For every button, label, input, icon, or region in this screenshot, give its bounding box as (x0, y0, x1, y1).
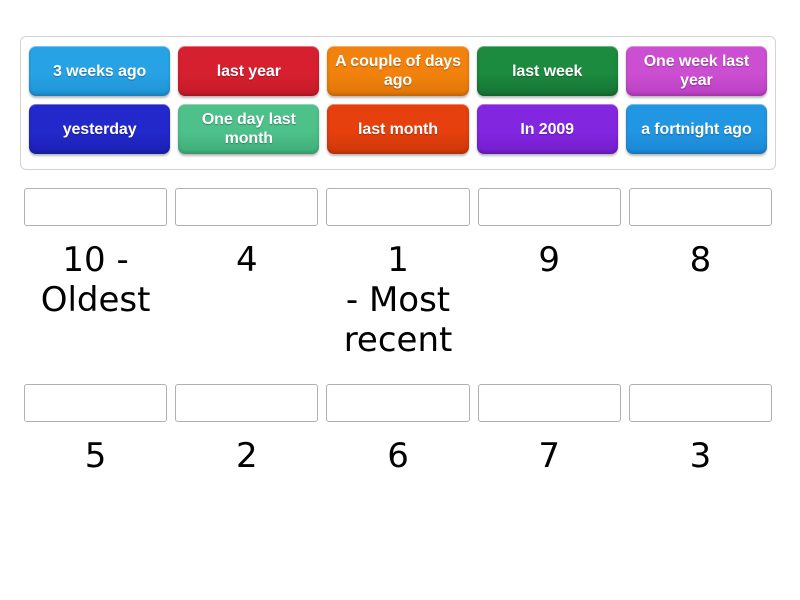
answer-slot: 3 (628, 384, 773, 476)
drop-zone[interactable] (477, 188, 621, 226)
word-tile[interactable]: last week (476, 46, 618, 96)
word-tile-label: last month (358, 120, 438, 138)
word-tile[interactable]: 3 weeks ago (29, 46, 171, 96)
drop-zone[interactable] (175, 188, 319, 226)
word-tile-label: last week (512, 62, 583, 80)
rank-label: 10 - Oldest (40, 240, 151, 320)
answer-slot: 6 (326, 384, 470, 476)
rank-label: 3 (689, 436, 712, 476)
rank-label: 1 - Most recent (343, 240, 453, 360)
drop-zone[interactable] (326, 188, 470, 226)
answer-slot: 4 (175, 188, 319, 360)
rank-label: 2 (235, 436, 258, 476)
answer-slot: 7 (477, 384, 621, 476)
word-tile[interactable]: yesterday (29, 104, 171, 154)
rank-label: 4 (235, 240, 258, 280)
word-tile-label: A couple of days ago (335, 53, 461, 89)
drop-zone[interactable] (24, 384, 168, 422)
word-tile[interactable]: last month (327, 104, 469, 154)
drop-zone[interactable] (477, 384, 621, 422)
drop-zone[interactable] (628, 384, 773, 422)
rank-label: 8 (689, 240, 712, 280)
rank-label: 5 (84, 436, 107, 476)
word-tile[interactable]: In 2009 (476, 104, 618, 154)
rank-label: 9 (538, 240, 561, 280)
answer-slot: 2 (175, 384, 319, 476)
tile-row-2: yesterday One day last month last month … (25, 100, 771, 158)
word-tile[interactable]: a fortnight ago (625, 104, 768, 154)
tile-row-1: 3 weeks ago last year A couple of days a… (25, 42, 771, 100)
drop-zone[interactable] (628, 188, 773, 226)
word-tile[interactable]: One day last month (178, 104, 320, 154)
word-tile-label: yesterday (62, 120, 137, 138)
word-tile-label: One week last year (643, 53, 750, 89)
drop-zone[interactable] (175, 384, 319, 422)
word-tile-label: last year (216, 62, 281, 80)
answer-slot: 1 - Most recent (326, 188, 470, 360)
word-tile-label: One day last month (201, 111, 296, 147)
answer-slot: 9 (477, 188, 621, 360)
word-tile[interactable]: last year (178, 46, 320, 96)
answer-slot: 5 (24, 384, 168, 476)
rank-label: 6 (387, 436, 409, 476)
word-tile-label: a fortnight ago (641, 120, 752, 138)
answer-slot: 8 (628, 188, 773, 360)
drop-zone[interactable] (24, 188, 168, 226)
word-tile-tray: 3 weeks ago last year A couple of days a… (20, 36, 776, 170)
rank-label: 7 (538, 436, 561, 476)
word-tile-label: In 2009 (520, 120, 574, 138)
word-tile[interactable]: One week last year (625, 46, 768, 96)
drop-zone[interactable] (326, 384, 470, 422)
word-tile[interactable]: A couple of days ago (327, 46, 469, 96)
answer-slot-row-1: 10 - Oldest 4 1 - Most recent 9 8 (20, 188, 776, 360)
answer-slot-row-2: 5 2 6 7 3 (20, 384, 776, 476)
answer-slot: 10 - Oldest (24, 188, 168, 360)
word-tile-label: 3 weeks ago (53, 62, 147, 80)
